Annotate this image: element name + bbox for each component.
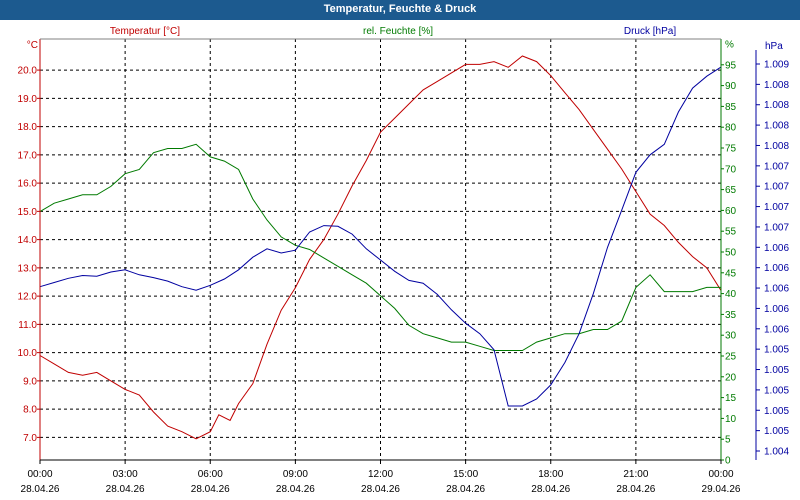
temperature-tick-label: 13.0: [18, 263, 38, 274]
x-tick-date-label: 28.04.26: [106, 484, 145, 495]
humidity-tick-label: 50: [725, 248, 737, 259]
humidity-tick-label: 60: [725, 206, 737, 217]
series-line-humidity: [39, 143, 721, 351]
humidity-tick-label: 70: [725, 164, 737, 175]
pressure-tick-label: 1.005: [764, 365, 789, 376]
pressure-tick-label: 1.008: [764, 141, 789, 152]
pressure-tick-label: 1.006: [764, 284, 789, 295]
temperature-tick-label: 11.0: [18, 320, 37, 331]
humidity-tick-label: 40: [725, 289, 737, 300]
x-tick-time-label: 21:00: [623, 469, 648, 480]
x-tick-date-label: 28.04.26: [361, 484, 400, 495]
pressure-tick-label: 1.007: [764, 161, 789, 172]
temperature-tick-label: 20.0: [18, 66, 38, 77]
humidity-tick-label: 35: [725, 310, 737, 321]
temperature-tick-label: 16.0: [18, 179, 38, 190]
pressure-tick-label: 1.009: [764, 60, 789, 71]
pressure-unit-label: hPa: [765, 41, 783, 52]
x-tick-date-label: 28.04.26: [446, 484, 485, 495]
pressure-tick-label: 1.006: [764, 304, 789, 315]
pressure-tick-label: 1.007: [764, 222, 789, 233]
x-tick-date-label: 28.04.26: [276, 484, 315, 495]
temperature-unit-label: °C: [27, 40, 38, 51]
humidity-tick-label: 65: [725, 185, 737, 196]
pressure-tick-label: 1.006: [764, 243, 789, 254]
pressure-tick-label: 1.008: [764, 121, 789, 132]
humidity-tick-label: 20: [725, 372, 737, 383]
chart: Temperatur [°C] rel. Feuchte [%] Druck [hP…: [0, 20, 800, 500]
pressure-tick-label: 1.006: [764, 263, 789, 274]
x-tick-time-label: 00:00: [27, 469, 52, 480]
humidity-tick-label: 15: [725, 393, 737, 404]
pressure-tick-label: 1.007: [764, 202, 789, 213]
x-tick-date-label: 28.04.26: [531, 484, 570, 495]
temperature-tick-label: 7.0: [23, 433, 37, 444]
humidity-tick-label: %: [725, 40, 734, 51]
pressure-tick-label: 1.005: [764, 406, 789, 417]
pressure-tick-label: 1.008: [764, 100, 789, 111]
humidity-tick-label: 30: [725, 331, 737, 342]
pressure-tick-label: 1.008: [764, 80, 789, 91]
x-tick-date-label: 28.04.26: [21, 484, 60, 495]
humidity-tick-label: 0: [725, 456, 731, 467]
humidity-tick-label: 5: [725, 435, 731, 446]
gridlines: [40, 39, 721, 460]
pressure-tick-label: 1.005: [764, 426, 789, 437]
temperature-tick-label: 9.0: [23, 376, 37, 387]
humidity-axis-label: rel. Feuchte [%]: [363, 26, 433, 37]
humidity-tick-label: 85: [725, 102, 737, 113]
humidity-tick-label: 55: [725, 227, 737, 238]
humidity-tick-label: 45: [725, 268, 737, 279]
temperature-tick-label: 14.0: [18, 235, 38, 246]
x-tick-time-label: 15:00: [453, 469, 478, 480]
x-tick-date-label: 29.04.26: [702, 484, 741, 495]
axis-labels: Temperatur [°C] rel. Feuchte [%] Druck [hP…: [18, 26, 790, 495]
pressure-tick-label: 1.005: [764, 345, 789, 356]
x-tick-time-label: 09:00: [283, 469, 308, 480]
temperature-axis-label: Temperatur [°C]: [110, 26, 180, 37]
x-tick-time-label: 12:00: [368, 469, 393, 480]
x-tick-time-label: 06:00: [198, 469, 223, 480]
temperature-tick-label: 12.0: [18, 292, 38, 303]
x-tick-time-label: 18:00: [538, 469, 563, 480]
temperature-tick-label: 15.0: [18, 207, 38, 218]
humidity-tick-label: 25: [725, 352, 737, 363]
humidity-tick-label: 95: [725, 60, 737, 71]
x-tick-date-label: 28.04.26: [616, 484, 655, 495]
pressure-tick-label: 1.005: [764, 385, 789, 396]
pressure-tick-label: 1.004: [764, 447, 789, 458]
temperature-tick-label: 8.0: [23, 405, 37, 416]
window-title: Temperatur, Feuchte & Druck: [0, 0, 800, 20]
humidity-tick-label: 10: [725, 414, 737, 425]
temperature-tick-label: 19.0: [18, 94, 38, 105]
humidity-tick-label: 90: [725, 81, 737, 92]
x-tick-time-label: 00:00: [708, 469, 733, 480]
plot-frame: [39, 38, 757, 461]
pressure-tick-label: 1.006: [764, 324, 789, 335]
x-tick-date-label: 28.04.26: [191, 484, 230, 495]
temperature-tick-label: 17.0: [18, 150, 38, 161]
pressure-axis-label: Druck [hPa]: [624, 26, 676, 37]
temperature-tick-label: 10.0: [18, 348, 38, 359]
pressure-tick-label: 1.007: [764, 182, 789, 193]
x-tick-time-label: 03:00: [113, 469, 138, 480]
temperature-tick-label: 18.0: [18, 122, 38, 133]
humidity-tick-label: 80: [725, 123, 737, 134]
humidity-tick-label: 75: [725, 144, 737, 155]
